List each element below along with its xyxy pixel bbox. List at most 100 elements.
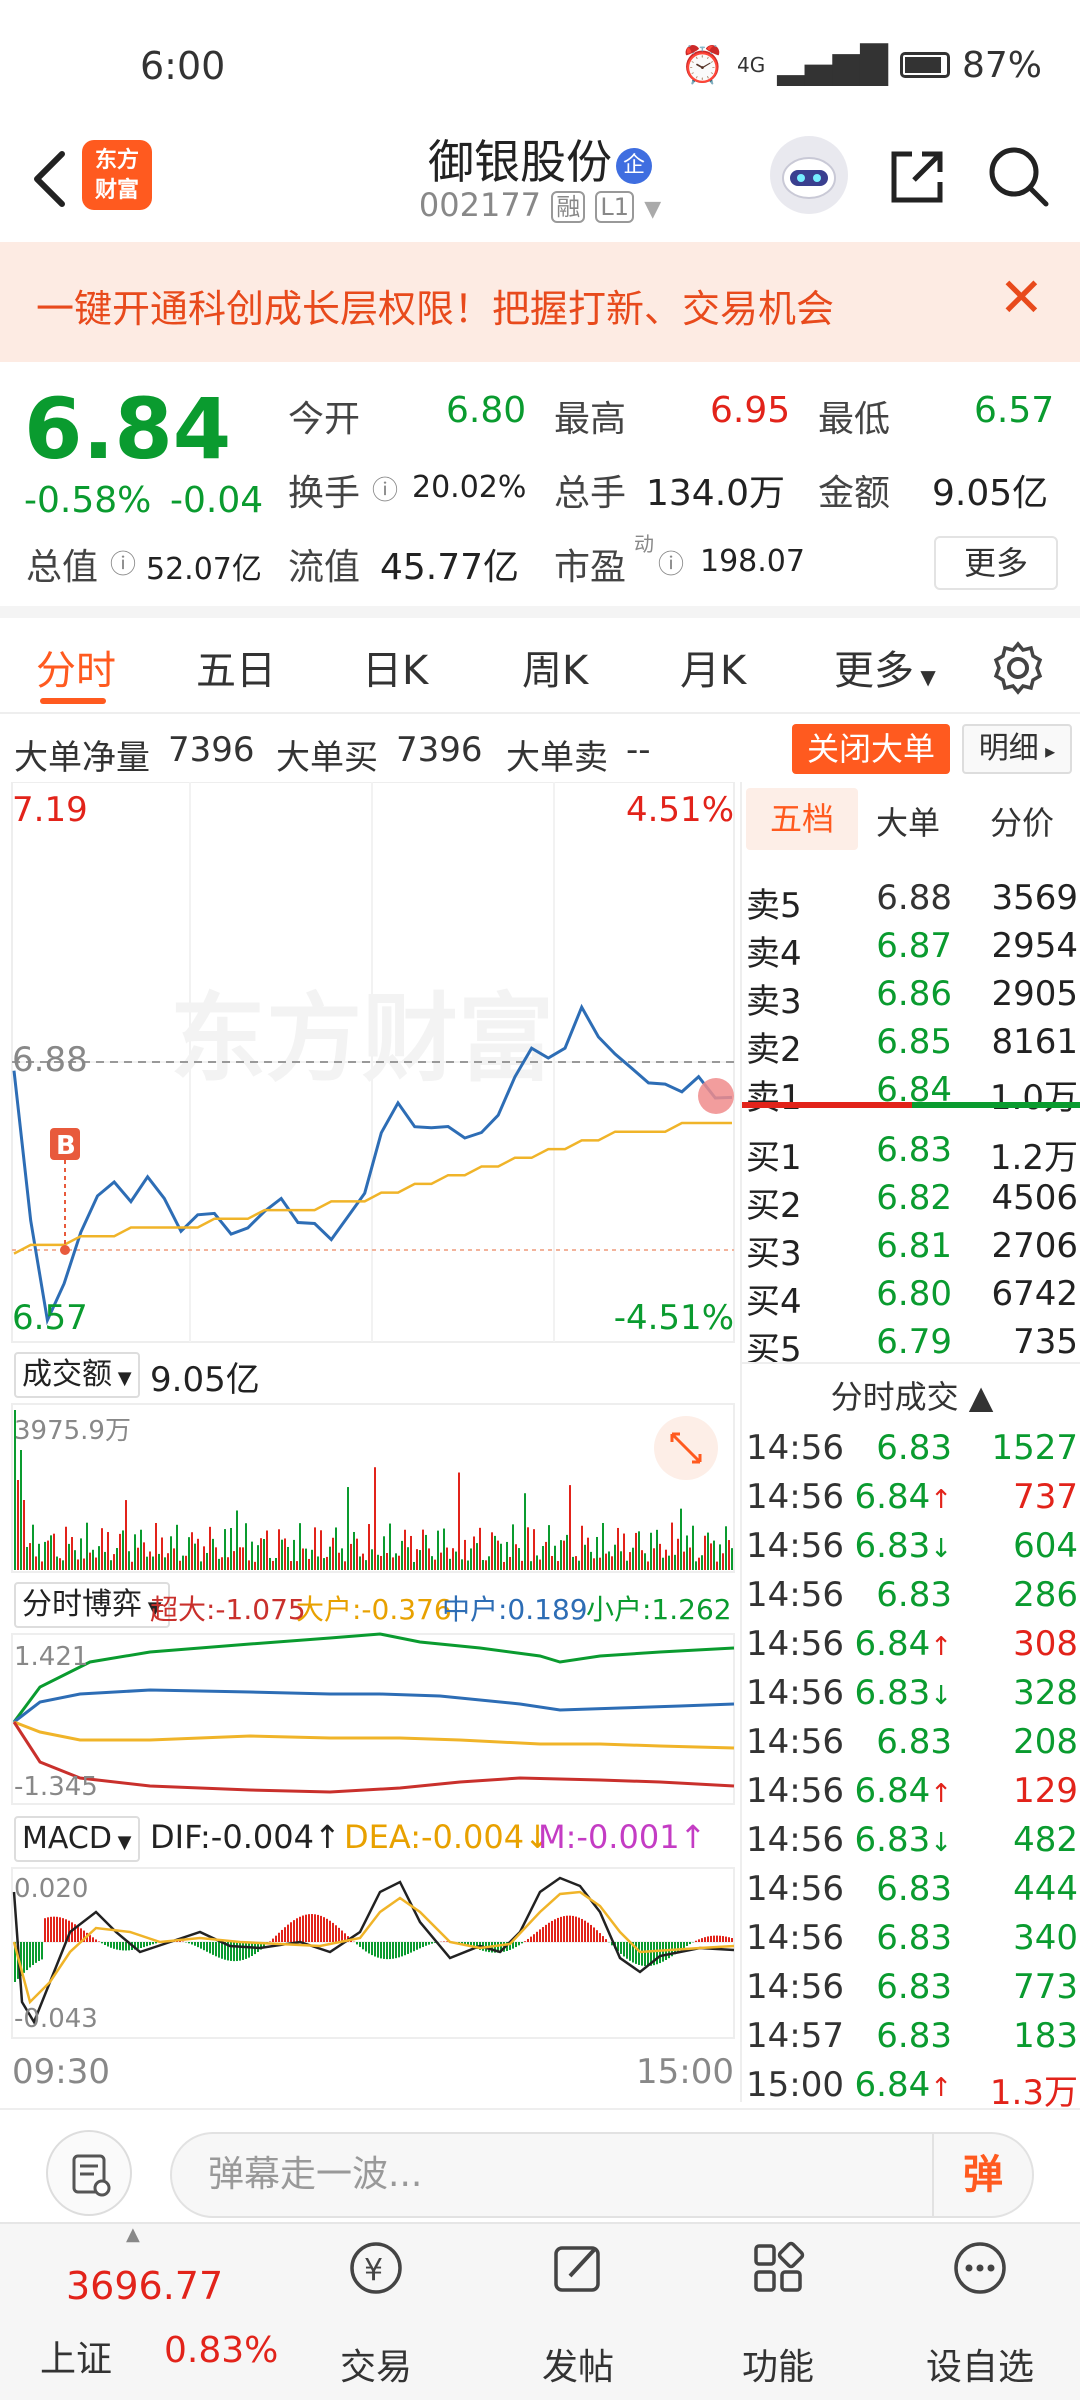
macd-bar — [389, 1942, 391, 1959]
flow-selector[interactable]: 分时博弈 ▼ — [14, 1582, 170, 1628]
nav-trade[interactable]: ¥ 交易 — [276, 2224, 476, 2402]
volume-bar — [83, 1559, 85, 1570]
nav-add-watchlist[interactable]: 设自选 — [880, 2224, 1080, 2402]
volume-bar — [371, 1549, 373, 1570]
volume-bar — [575, 1556, 577, 1570]
search-icon[interactable] — [984, 142, 1054, 212]
volume-bar — [533, 1529, 535, 1570]
volume-bar — [107, 1532, 109, 1570]
macd-bar — [50, 1917, 52, 1942]
bid-row[interactable]: 买26.824506 — [742, 1178, 1080, 1226]
tab-daily-k[interactable]: 日K — [362, 638, 428, 696]
volume-bar — [689, 1548, 691, 1570]
macd-bar — [542, 1927, 544, 1942]
macd-bar — [443, 1941, 445, 1942]
close-icon[interactable]: ✕ — [999, 266, 1044, 329]
change-pct: -0.58% — [24, 480, 151, 521]
more-button[interactable]: 更多 — [934, 536, 1058, 590]
danmu-toggle-button[interactable]: 弹 — [932, 2134, 1032, 2216]
nav-functions[interactable]: 功能 — [678, 2224, 878, 2402]
gear-icon[interactable] — [990, 640, 1046, 696]
tick-row: 14:566.83286 — [742, 1575, 1080, 1623]
volume-selector[interactable]: 成交额 ▼ — [14, 1352, 140, 1398]
volume-bar — [113, 1554, 115, 1570]
tab-big-order[interactable]: 大单 — [876, 798, 940, 844]
tab-price-dist[interactable]: 分价 — [990, 798, 1054, 844]
ticks-title[interactable]: 分时成交 ▲ — [742, 1372, 1080, 1418]
volume-bar — [395, 1553, 397, 1570]
volume-bar — [335, 1527, 337, 1570]
macd-bar — [515, 1942, 517, 1947]
buy-value: 7396 — [396, 730, 483, 770]
ask-row[interactable]: 卖46.872954 — [742, 926, 1080, 974]
volume-bar — [647, 1561, 649, 1570]
open-label: 今开 — [288, 390, 360, 442]
promo-text[interactable]: 一键开通科创成长层权限！把握打新、交易机会 — [36, 278, 834, 333]
info-icon[interactable]: ⓘ — [658, 544, 684, 581]
macd-bar — [392, 1942, 394, 1959]
macd-bar — [431, 1942, 433, 1944]
tab-intraday[interactable]: 分时 — [36, 638, 116, 696]
macd-bar — [398, 1942, 400, 1957]
nav-post[interactable]: 发帖 — [478, 2224, 678, 2402]
close-big-order-button[interactable]: 关闭大单 — [792, 724, 950, 774]
volume-bar — [386, 1553, 388, 1570]
volume-bar — [35, 1556, 37, 1570]
index-ticker[interactable]: ▲ 3696.77 上证 0.83% — [0, 2224, 290, 2402]
tick-row: 14:566.83773 — [742, 1967, 1080, 2015]
tick-row: 14:566.83↓604 — [742, 1526, 1080, 1574]
quote-panel: 6.84 -0.58% -0.04 总值 ⓘ 52.07亿 今开 6.80 最高… — [0, 368, 1080, 608]
comment-settings-icon[interactable] — [46, 2130, 132, 2216]
flow-super-line — [14, 1722, 734, 1792]
macd-bar — [656, 1942, 658, 1964]
macd-bar — [329, 1921, 331, 1942]
bid-row[interactable]: 买16.831.2万 — [742, 1130, 1080, 1178]
tab-monthly-k[interactable]: 月K — [680, 638, 746, 696]
bid-row[interactable]: 买46.806742 — [742, 1274, 1080, 1322]
volume-bar — [704, 1536, 706, 1570]
macd-dea: DEA:-0.004↓ — [344, 1818, 551, 1856]
tab-more[interactable]: 更多 ▼ — [834, 638, 936, 696]
detail-button[interactable]: 明细 ▸ — [962, 724, 1072, 774]
bid-row[interactable]: 买36.812706 — [742, 1226, 1080, 1274]
tab-five-day[interactable]: 五日 — [196, 638, 276, 696]
macd-bar — [401, 1942, 403, 1956]
promo-banner[interactable]: 一键开通科创成长层权限！把握打新、交易机会 ✕ — [0, 242, 1080, 362]
volume-bar — [200, 1561, 202, 1570]
volume-bar — [71, 1537, 73, 1570]
volume-bar — [602, 1523, 604, 1570]
volume-bar — [551, 1556, 553, 1570]
ask-row[interactable]: 卖26.858161 — [742, 1022, 1080, 1070]
volume-bar — [524, 1493, 526, 1570]
macd-bar — [710, 1936, 712, 1942]
info-icon[interactable]: ⓘ — [110, 544, 136, 581]
volume-bar — [296, 1561, 298, 1570]
share-icon[interactable] — [882, 142, 952, 212]
assistant-robot-icon[interactable] — [770, 136, 848, 214]
macd-bar — [368, 1942, 370, 1953]
danmu-input[interactable]: 弹幕走一波... 弹 — [170, 2132, 1034, 2218]
volume-bar — [497, 1541, 499, 1570]
chevron-down-icon[interactable]: ▼ — [644, 197, 661, 222]
chart-area[interactable]: 东方财富 B 7.19 4.51% 6.88 6.57 -4.51% — [0, 782, 738, 2102]
buy-marker[interactable]: B — [50, 1128, 80, 1255]
tab-five-levels[interactable]: 五档 — [746, 788, 858, 850]
tick-row: 14:576.83183 — [742, 2016, 1080, 2064]
volume-bar — [698, 1558, 700, 1570]
current-price: 6.84 — [24, 380, 231, 478]
pe-sup: 动 — [634, 528, 654, 557]
macd-bar — [575, 1917, 577, 1942]
info-icon[interactable]: ⓘ — [372, 470, 398, 507]
volume-bar — [377, 1555, 379, 1570]
macd-bar — [203, 1942, 205, 1950]
volume-label: 总手 — [554, 464, 626, 516]
tab-weekly-k[interactable]: 周K — [522, 638, 588, 696]
volume-bar — [716, 1562, 718, 1570]
macd-selector[interactable]: MACD ▼ — [14, 1816, 140, 1862]
volume-bar — [605, 1554, 607, 1570]
ask-row[interactable]: 卖56.883569 — [742, 878, 1080, 926]
ask-row[interactable]: 卖16.841.0万 — [742, 1070, 1080, 1118]
volume-bar — [473, 1536, 475, 1570]
volume-bar — [167, 1553, 169, 1570]
ask-row[interactable]: 卖36.862905 — [742, 974, 1080, 1022]
